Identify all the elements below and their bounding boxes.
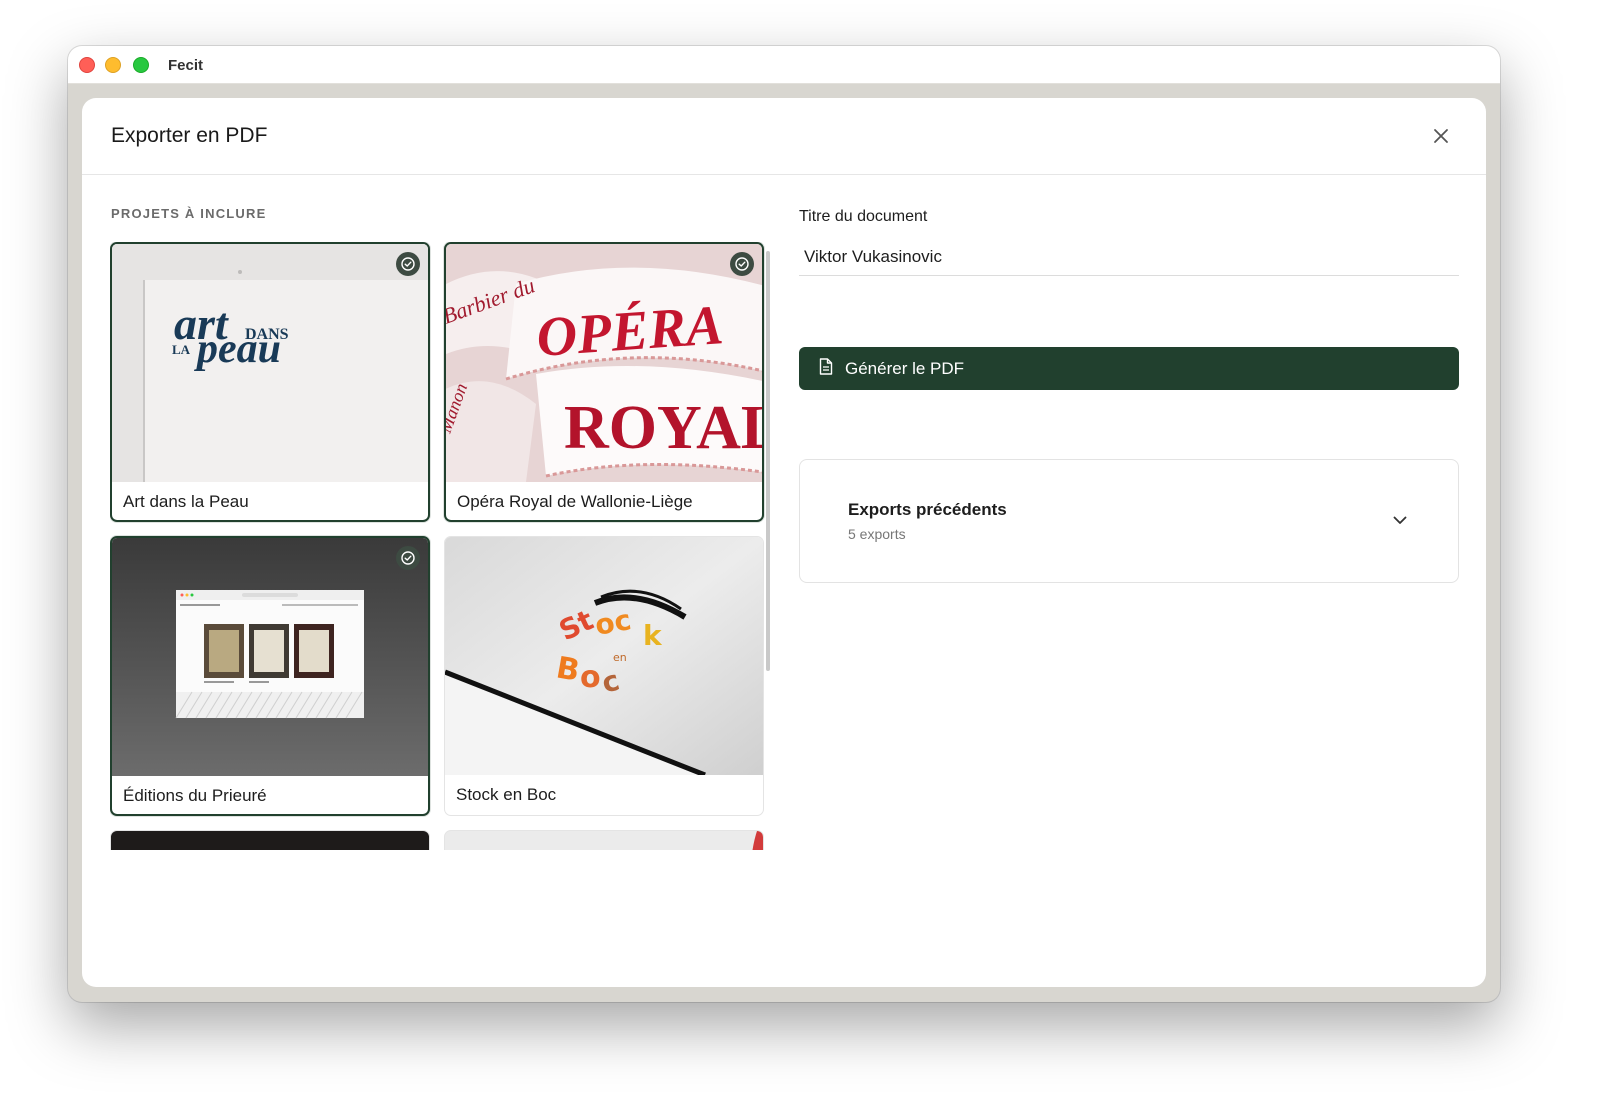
svg-text:oc: oc bbox=[592, 603, 633, 642]
project-name: Stock en Boc bbox=[456, 785, 557, 804]
project-name: Éditions du Prieuré bbox=[123, 786, 267, 805]
project-card[interactable]: Éditions du Prieuré bbox=[110, 536, 430, 816]
svg-text:en: en bbox=[613, 651, 627, 664]
project-thumbnail bbox=[112, 538, 428, 776]
project-grid[interactable]: art DANS LA peau Art dans la Peau Barbie… bbox=[110, 242, 774, 850]
close-window-button[interactable] bbox=[79, 57, 95, 73]
project-card[interactable]: art DANS LA peau Art dans la Peau bbox=[110, 242, 430, 522]
check-circle-icon bbox=[730, 252, 754, 276]
svg-text:o: o bbox=[580, 660, 601, 695]
zoom-window-button[interactable] bbox=[133, 57, 149, 73]
project-card[interactable] bbox=[444, 830, 764, 850]
dialog-header: Exporter en PDF bbox=[82, 98, 1486, 175]
svg-text:LA: LA bbox=[172, 342, 191, 357]
minimize-window-button[interactable] bbox=[105, 57, 121, 73]
svg-text:ROYAL: ROYAL bbox=[564, 394, 762, 462]
section-label: PROJETS À INCLURE bbox=[111, 206, 267, 221]
app-window: Fecit Exporter en PDF PROJETS À INCLURE … bbox=[68, 46, 1500, 1002]
project-thumbnail: Barbier du OPÉRA ROYAL Manon bbox=[446, 244, 762, 482]
title-bar: Fecit bbox=[68, 46, 1500, 84]
document-title-label: Titre du document bbox=[799, 208, 928, 225]
exports-title: Exports précédents bbox=[848, 500, 1007, 519]
generate-pdf-button[interactable]: Générer le PDF bbox=[799, 347, 1459, 390]
exports-count: 5 exports bbox=[848, 526, 906, 542]
project-card[interactable] bbox=[110, 830, 430, 850]
project-card[interactable]: St oc k en B o c Stock en Boc bbox=[444, 536, 764, 816]
grid-scrollbar[interactable] bbox=[766, 251, 770, 671]
project-name: Art dans la Peau bbox=[123, 492, 249, 511]
project-name: Opéra Royal de Wallonie-Liège bbox=[457, 492, 693, 511]
chevron-down-icon[interactable] bbox=[1390, 510, 1410, 530]
svg-text:peau: peau bbox=[194, 326, 281, 372]
project-card[interactable]: Barbier du OPÉRA ROYAL Manon Opéra Royal… bbox=[444, 242, 764, 522]
document-icon bbox=[819, 357, 833, 380]
dialog-title: Exporter en PDF bbox=[111, 124, 268, 147]
app-title: Fecit bbox=[168, 57, 204, 74]
svg-text:OPÉRA: OPÉRA bbox=[535, 294, 726, 369]
close-icon[interactable] bbox=[1430, 125, 1452, 147]
project-thumbnail: St oc k en B o c bbox=[445, 537, 763, 775]
project-thumbnail: art DANS LA peau bbox=[112, 244, 428, 482]
previous-exports-accordion[interactable]: Exports précédents 5 exports bbox=[799, 459, 1459, 583]
generate-pdf-label: Générer le PDF bbox=[845, 358, 965, 378]
svg-text:k: k bbox=[643, 619, 663, 652]
export-pdf-dialog: Exporter en PDF PROJETS À INCLURE art DA… bbox=[82, 98, 1486, 987]
check-circle-icon bbox=[396, 546, 420, 570]
document-title-input[interactable] bbox=[799, 238, 1459, 276]
check-circle-icon bbox=[396, 252, 420, 276]
